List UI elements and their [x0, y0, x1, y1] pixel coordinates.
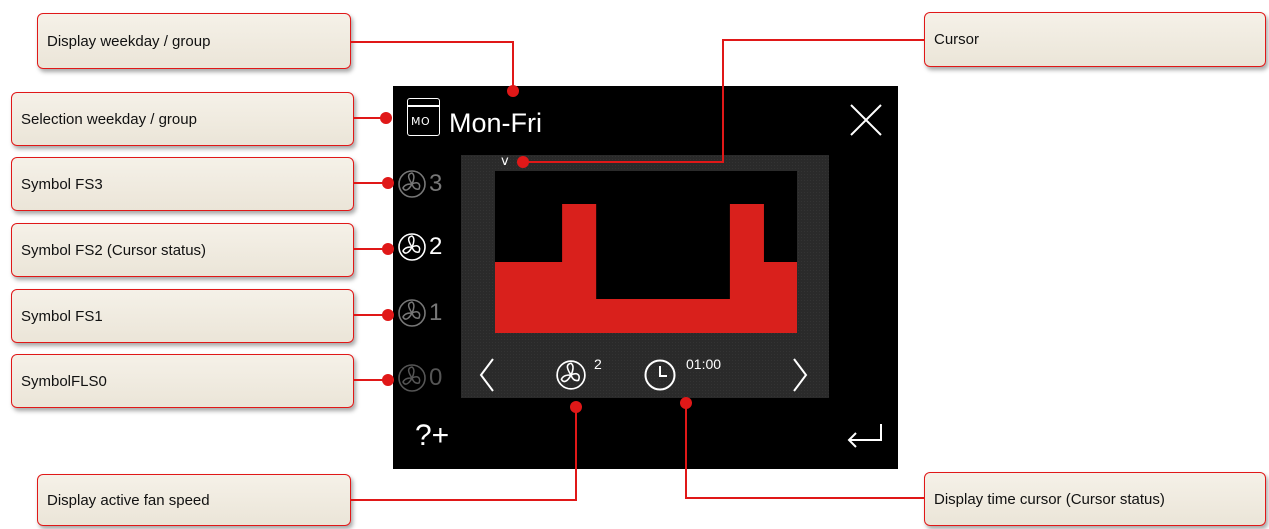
- fan-blade: [411, 311, 421, 319]
- fan-icon: [398, 170, 426, 198]
- schedule-graph[interactable]: [495, 171, 797, 333]
- callout-label: Cursor: [934, 31, 980, 48]
- schedule-bar: [629, 299, 664, 333]
- weekday-group-title: Mon-Fri: [449, 108, 542, 138]
- fan-blade: [566, 362, 574, 376]
- fan-level-number: 3: [429, 170, 443, 197]
- fan-blade: [407, 172, 415, 185]
- close-icon[interactable]: [848, 102, 884, 138]
- schedule-bar: [662, 299, 697, 333]
- callout-symbol-fls0: SymbolFLS0: [11, 354, 354, 408]
- callout-label: Symbol FS2 (Cursor status): [21, 241, 207, 259]
- callout-symbol-fs3: Symbol FS3: [11, 157, 354, 211]
- fan-icon: [398, 299, 426, 327]
- connector-display-weekday: [351, 41, 514, 91]
- fan-level-1[interactable]: 1: [397, 295, 457, 331]
- fan-level-2[interactable]: 2: [397, 229, 457, 265]
- fan-level-3[interactable]: 3: [397, 166, 457, 202]
- weekday-icon-text: MO: [411, 115, 431, 128]
- calendar-mo-icon[interactable]: MO: [407, 98, 443, 138]
- fan-icon: [398, 364, 426, 392]
- callout-display-active-fan-speed: Display active fan speed: [37, 474, 351, 526]
- schedule-bar: [763, 262, 797, 333]
- schedule-bar: [495, 262, 530, 333]
- help-button[interactable]: ?+: [415, 418, 449, 454]
- callout-symbol-fs2: Symbol FS2 (Cursor status): [11, 223, 354, 277]
- cursor-time: 01:00: [686, 356, 722, 372]
- callout-selection-weekday-group: Selection weekday / group: [11, 92, 354, 146]
- clock-icon: [644, 359, 676, 391]
- fan-blade: [560, 374, 572, 383]
- fan-level-number: 1: [429, 299, 443, 326]
- schedule-bar: [562, 204, 597, 333]
- fan-blade: [411, 182, 421, 190]
- callout-label: Display weekday / group: [47, 32, 211, 50]
- fan-blade: [411, 376, 421, 384]
- callout-label: Symbol FS1: [21, 307, 103, 325]
- fan-blade: [411, 245, 421, 253]
- schedule-bar: [595, 299, 630, 333]
- fan-level-number: 0: [429, 364, 443, 391]
- fan-blade: [570, 372, 580, 382]
- fan-icon: [556, 360, 586, 390]
- callout-symbol-fs1: Symbol FS1: [11, 289, 354, 343]
- callout-label: Symbol FS3: [21, 175, 103, 193]
- callout-label: Selection weekday / group: [21, 110, 197, 128]
- chevron-right-icon[interactable]: [790, 355, 810, 395]
- schedule-bar: [729, 204, 764, 333]
- callout-label: Display active fan speed: [47, 491, 210, 509]
- fan-level-0[interactable]: 0: [397, 360, 457, 396]
- callout-display-time-cursor: Display time cursor (Cursor status): [924, 472, 1266, 526]
- enter-icon[interactable]: [845, 422, 885, 448]
- calendar-bar: [407, 105, 440, 107]
- cursor-marker[interactable]: v: [501, 154, 509, 169]
- fan-level-number: 2: [429, 233, 443, 260]
- fan-blade: [402, 246, 413, 254]
- schedule-bar: [528, 262, 563, 333]
- anchor-dot: [380, 112, 392, 124]
- fan-icon: [398, 233, 426, 261]
- fan-blade: [402, 183, 413, 191]
- fan-blade: [407, 366, 415, 379]
- callout-display-weekday-group: Display weekday / group: [37, 13, 351, 69]
- callout-cursor: Cursor: [924, 12, 1266, 67]
- fan-blade: [407, 235, 415, 248]
- active-fan-speed: 2: [594, 356, 602, 372]
- chevron-left-icon[interactable]: [477, 355, 497, 395]
- fan-blade: [402, 377, 413, 385]
- callout-label: Display time cursor (Cursor status): [934, 490, 1165, 508]
- schedule-bar: [696, 299, 731, 333]
- fan-blade: [402, 312, 413, 320]
- callout-label: SymbolFLS0: [21, 372, 107, 390]
- fan-blade: [407, 301, 415, 314]
